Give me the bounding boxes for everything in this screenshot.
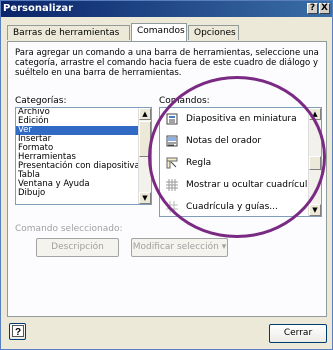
command-label: Mostrar u ocultar cuadrícula <box>186 180 313 190</box>
title-bar: Personalizar ? X <box>1 1 332 17</box>
commands-panel: Para agregar un comando a una barra de h… <box>7 41 327 317</box>
command-label: Notas del orador <box>186 136 262 146</box>
command-item[interactable]: Mostrar u ocultar cuadrícula <box>160 174 321 196</box>
command-item[interactable]: Regla <box>160 152 321 174</box>
selected-command-label: Comando seleccionado: <box>15 224 123 234</box>
help-icon: ? <box>11 324 24 338</box>
description-button[interactable]: Descripción <box>36 238 119 257</box>
commands-label: Comandos: <box>159 96 210 106</box>
close-title-button[interactable]: X <box>319 3 330 14</box>
grid-icon <box>166 179 178 191</box>
categories-list[interactable]: Archivo Edición Ver Insertar Formato Her… <box>15 107 152 205</box>
dialog-title: Personalizar <box>3 3 74 14</box>
command-label: Cuadrícula y guías... <box>186 202 278 212</box>
close-button[interactable]: Cerrar <box>269 324 327 343</box>
category-item[interactable]: Dibujo <box>16 189 151 198</box>
modify-selection-button[interactable]: Modificar selección ▾ <box>131 238 228 257</box>
commands-scrollbar[interactable]: ▲ ▼ <box>308 108 321 216</box>
scroll-thumb[interactable] <box>309 156 321 170</box>
scroll-up-icon[interactable]: ▲ <box>139 108 151 120</box>
scroll-down-icon[interactable]: ▼ <box>309 204 321 216</box>
command-item[interactable]: Notas del orador <box>160 130 321 152</box>
tab-options[interactable]: Opciones <box>188 25 239 40</box>
grid-guides-icon <box>166 201 178 213</box>
svg-text:?: ? <box>14 327 20 337</box>
speaker-notes-icon <box>166 135 178 147</box>
category-item[interactable]: Edición <box>16 117 151 126</box>
help-title-button[interactable]: ? <box>307 3 318 14</box>
help-button[interactable]: ? <box>9 323 26 340</box>
command-item[interactable]: Cuadrícula y guías... <box>160 196 321 216</box>
command-label: Diapositiva en miniatura <box>186 114 297 124</box>
slide-thumbnail-icon <box>166 113 178 125</box>
scroll-up-icon[interactable]: ▲ <box>309 108 321 120</box>
command-item[interactable]: Diapositiva en miniatura <box>160 108 321 130</box>
instructions-text: Para agregar un comando a una barra de h… <box>15 48 319 78</box>
scroll-thumb[interactable] <box>139 121 151 157</box>
scroll-down-icon[interactable]: ▼ <box>139 192 151 204</box>
categories-scrollbar[interactable]: ▲ ▼ <box>138 108 151 204</box>
commands-list[interactable]: Diapositiva en miniatura Notas del orado… <box>159 107 322 217</box>
categories-label: Categorías: <box>15 96 67 106</box>
ruler-icon <box>166 157 178 169</box>
command-label: Regla <box>186 158 212 168</box>
tab-commands[interactable]: Comandos <box>131 23 187 41</box>
tab-toolbars[interactable]: Barras de herramientas <box>7 25 130 40</box>
customize-dialog: Personalizar ? X Barras de herramientas … <box>0 0 333 350</box>
